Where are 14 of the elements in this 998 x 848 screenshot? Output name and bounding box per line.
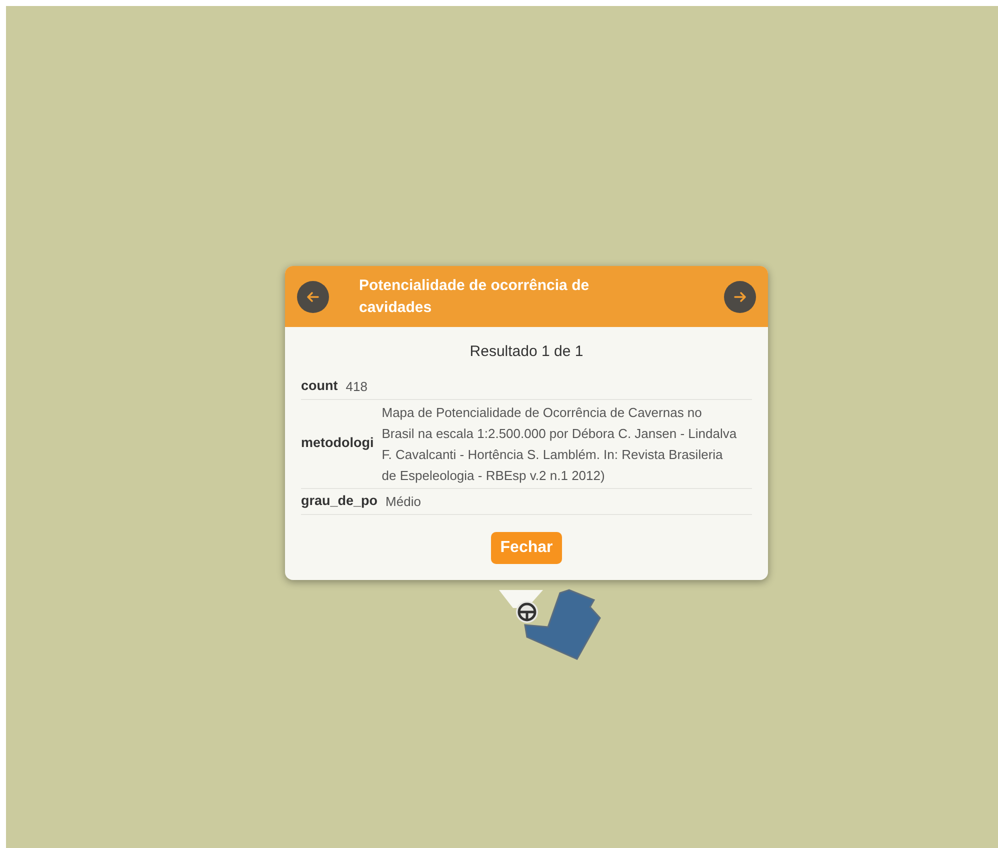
field-label: grau_de_po	[301, 492, 378, 510]
right-arrow-icon	[733, 290, 747, 304]
left-arrow-icon	[306, 290, 320, 304]
field-value: Mapa de Potencialidade de Ocorrência de Cavernas no Brasil na escala 1:2.500.000 por Débora C. Jansen - Lindalva F. Cavalcanti - Hortência S. Lamblém. In: Revista Brasileria de Espeleologia - RBEsp v.2 n.1 2012)	[382, 404, 738, 485]
field-value: Médio	[386, 492, 421, 510]
field-value: 418	[346, 378, 368, 396]
result-counter: Resultado 1 de 1	[468, 342, 584, 362]
close-button[interactable]: Fechar	[491, 532, 562, 564]
popup-title: Potencialidade de ocorrência de cavidades	[358, 276, 590, 318]
field-label: metodologi	[301, 434, 374, 452]
next-button[interactable]	[724, 280, 756, 312]
previous-button[interactable]	[297, 280, 329, 312]
field-label: count	[301, 376, 338, 395]
crosshair-marker-icon	[516, 601, 538, 623]
